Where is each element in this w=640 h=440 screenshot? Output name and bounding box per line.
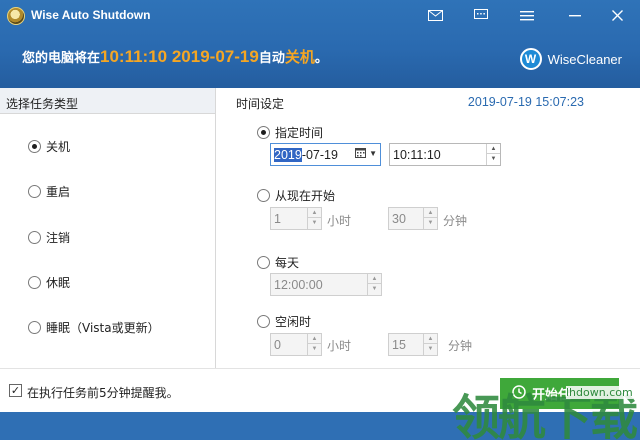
wisecleaner-logo-icon: W bbox=[519, 48, 542, 70]
time-settings-panel: 时间设定 2019-07-19 15:07:23 指定时间 2019-07-19… bbox=[217, 88, 640, 368]
radio-from-now[interactable] bbox=[257, 189, 270, 202]
idle-hours-unit: 小时 bbox=[327, 339, 352, 353]
option-idle[interactable]: 空闲时 bbox=[257, 313, 311, 330]
task-option-label: 关机 bbox=[46, 140, 71, 154]
task-option-sleep[interactable]: 睡眠（Vista或更新） bbox=[28, 319, 160, 336]
from-now-minutes-input[interactable]: 30 ▲ ▼ bbox=[388, 207, 438, 230]
radio-logoff[interactable] bbox=[28, 231, 41, 244]
calendar-dropdown-icon[interactable]: ▼ bbox=[355, 148, 377, 158]
brand-link[interactable]: W WiseCleaner bbox=[519, 48, 622, 70]
time-settings-header: 时间设定 2019-07-19 15:07:23 bbox=[217, 88, 640, 112]
close-icon[interactable] bbox=[602, 4, 632, 26]
idle-minutes-input[interactable]: 15 ▲ ▼ bbox=[388, 333, 438, 356]
from-now-hours-value: 1 bbox=[274, 212, 281, 226]
date-year-selected: 2019 bbox=[274, 148, 302, 162]
idle-minutes-spinner[interactable]: ▲ ▼ bbox=[423, 334, 437, 355]
radio-idle[interactable] bbox=[257, 315, 270, 328]
task-option-logoff[interactable]: 注销 bbox=[28, 229, 70, 246]
message-suffix: 。 bbox=[314, 51, 328, 66]
task-option-restart[interactable]: 重启 bbox=[28, 183, 70, 200]
radio-specified-time[interactable] bbox=[257, 126, 270, 139]
task-option-hibernate[interactable]: 休眠 bbox=[28, 274, 70, 291]
mail-icon[interactable] bbox=[420, 4, 450, 26]
daily-time-input[interactable]: 12:00:00 ▲ ▼ bbox=[270, 273, 382, 296]
specified-time-label: 指定时间 bbox=[275, 126, 324, 140]
idle-minutes-value: 15 bbox=[392, 338, 406, 352]
header-banner: Wise Auto Shutdown 您的电脑将在10:11:10 2019-0… bbox=[0, 0, 640, 88]
app-icon bbox=[7, 7, 25, 25]
daily-time-value: 12:00:00 bbox=[274, 278, 323, 292]
specified-time-value: 10:11:10 bbox=[393, 148, 441, 162]
scheduled-action: 关机 bbox=[284, 49, 315, 66]
radio-hibernate[interactable] bbox=[28, 276, 41, 289]
task-option-label: 休眠 bbox=[46, 276, 71, 290]
specified-date-picker[interactable]: 2019-07-19 ▼ bbox=[270, 143, 381, 166]
hours-spinner[interactable]: ▲ ▼ bbox=[307, 208, 321, 229]
option-specified-time[interactable]: 指定时间 bbox=[257, 124, 323, 141]
shutdown-message: 您的电脑将在10:11:10 2019-07-19自动关机。 bbox=[22, 46, 328, 67]
menu-icon[interactable] bbox=[512, 4, 542, 26]
task-type-heading: 选择任务类型 bbox=[0, 88, 215, 114]
time-settings-heading: 时间设定 bbox=[236, 97, 285, 111]
radio-shutdown[interactable] bbox=[28, 140, 41, 153]
current-datetime: 2019-07-19 15:07:23 bbox=[467, 95, 584, 109]
daily-time-spinner[interactable]: ▲ ▼ bbox=[367, 274, 381, 295]
idle-minutes-unit: 分钟 bbox=[448, 339, 473, 353]
idle-label: 空闲时 bbox=[275, 315, 312, 329]
idle-hours-spinner[interactable]: ▲ ▼ bbox=[307, 334, 321, 355]
idle-hours-input[interactable]: 0 ▲ ▼ bbox=[270, 333, 322, 356]
option-daily[interactable]: 每天 bbox=[257, 254, 299, 271]
remind-label: 在执行任务前5分钟提醒我。 bbox=[27, 386, 179, 400]
watermark-url: lhdown.com bbox=[566, 386, 633, 399]
app-title: Wise Auto Shutdown bbox=[31, 8, 151, 22]
task-option-shutdown[interactable]: 关机 bbox=[28, 138, 70, 155]
brand-name: WiseCleaner bbox=[547, 51, 622, 67]
time-spinner[interactable]: ▲ ▼ bbox=[486, 144, 500, 165]
feedback-icon[interactable] bbox=[466, 4, 496, 26]
specified-time-input[interactable]: 10:11:10 ▲ ▼ bbox=[389, 143, 501, 166]
radio-restart[interactable] bbox=[28, 185, 41, 198]
from-now-minutes-value: 30 bbox=[392, 212, 406, 226]
task-option-label: 睡眠（Vista或更新） bbox=[46, 321, 160, 335]
task-option-label: 重启 bbox=[46, 185, 71, 199]
task-option-label: 注销 bbox=[46, 231, 71, 245]
date-rest: -07-19 bbox=[301, 148, 338, 162]
hours-unit: 小时 bbox=[327, 214, 352, 228]
minutes-unit: 分钟 bbox=[443, 214, 468, 228]
message-middle: 自动 bbox=[258, 51, 285, 66]
scheduled-time: 10:11:10 2019-07-19 bbox=[100, 47, 259, 66]
option-from-now[interactable]: 从现在开始 bbox=[257, 187, 335, 204]
daily-label: 每天 bbox=[275, 256, 300, 270]
idle-hours-value: 0 bbox=[274, 338, 281, 352]
minimize-icon[interactable] bbox=[560, 4, 590, 26]
from-now-label: 从现在开始 bbox=[275, 189, 336, 203]
minutes-spinner[interactable]: ▲ ▼ bbox=[423, 208, 437, 229]
remind-checkbox[interactable]: ✓ bbox=[9, 384, 22, 397]
radio-sleep[interactable] bbox=[28, 321, 41, 334]
task-type-panel: 选择任务类型 关机 重启 注销 休眠 睡眠（Vista或更新） bbox=[0, 88, 216, 368]
message-prefix: 您的电脑将在 bbox=[22, 51, 101, 66]
from-now-hours-input[interactable]: 1 ▲ ▼ bbox=[270, 207, 322, 230]
title-bar[interactable]: Wise Auto Shutdown bbox=[0, 0, 640, 32]
radio-daily[interactable] bbox=[257, 256, 270, 269]
